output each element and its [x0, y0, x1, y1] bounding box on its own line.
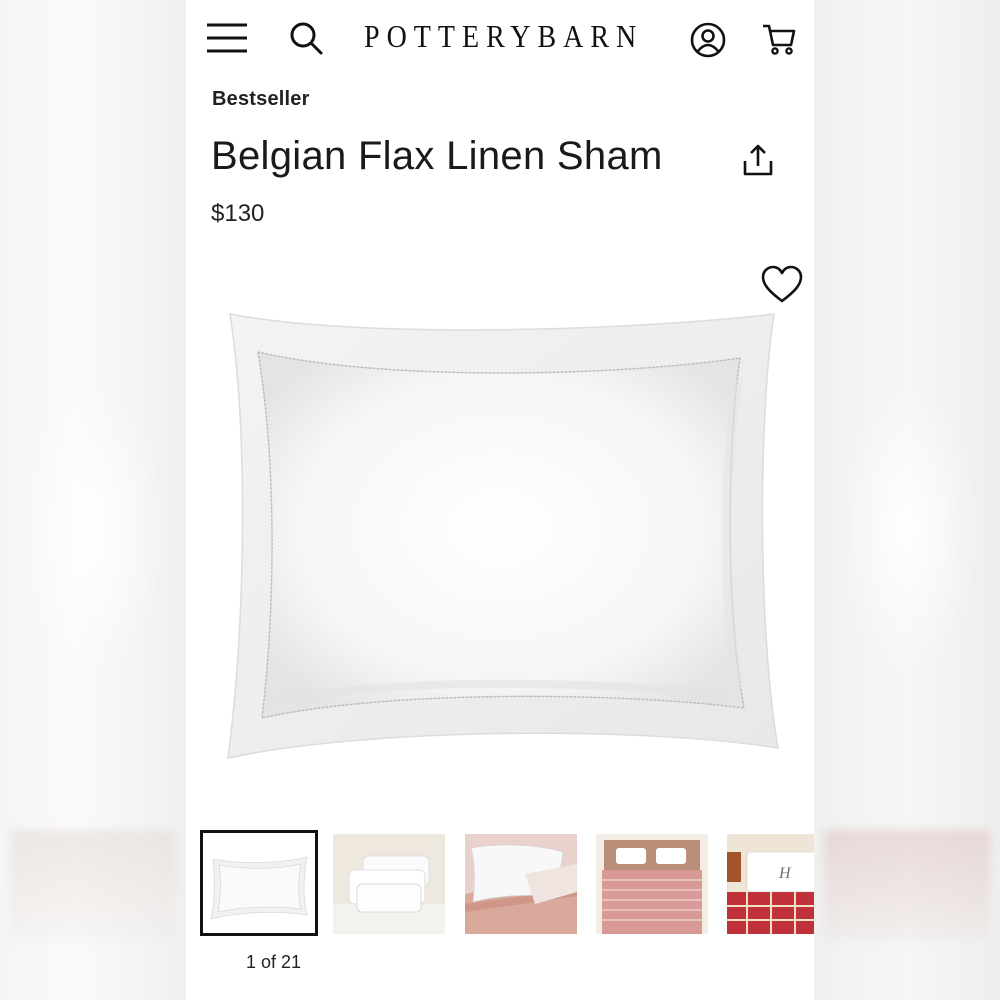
- heart-icon: [761, 265, 803, 303]
- menu-button[interactable]: [204, 18, 250, 58]
- product-title: Belgian Flax Linen Sham: [211, 134, 663, 178]
- bestseller-badge: Bestseller: [212, 88, 310, 110]
- thumbnail-3[interactable]: [465, 834, 577, 934]
- blurred-background-left: [0, 0, 186, 1000]
- thumbnail-pillow-image: [203, 833, 315, 933]
- search-icon: [290, 22, 323, 55]
- brand-logo[interactable]: POTTERYBARN: [364, 17, 654, 58]
- share-icon: [743, 144, 773, 176]
- share-button[interactable]: [736, 138, 780, 182]
- thumbnail-bedding-closeup-image: [465, 834, 577, 934]
- thumbnail-bed-room-image: [596, 834, 708, 934]
- site-header: POTTERYBARN: [186, 0, 814, 78]
- thumbnail-2[interactable]: [333, 834, 445, 934]
- screenshot-frame: POTTERYBARN Bestseller Belgian Flax Line…: [0, 0, 1000, 1000]
- search-button[interactable]: [286, 18, 326, 58]
- account-button[interactable]: [686, 18, 730, 62]
- thumbnail-4[interactable]: [596, 834, 708, 934]
- image-counter: 1 of 21: [246, 952, 302, 972]
- blurred-background-right: [814, 0, 1000, 1000]
- thumbnail-pillows-stack-image: [333, 834, 445, 934]
- product-main-image[interactable]: [218, 300, 786, 770]
- cart-icon: [763, 24, 796, 55]
- product-page: POTTERYBARN Bestseller Belgian Flax Line…: [186, 0, 814, 1000]
- cart-button[interactable]: [758, 18, 800, 60]
- image-thumbnails: H: [186, 828, 814, 940]
- thumbnail-monogram-bed-image: H: [727, 834, 814, 934]
- account-icon: [690, 22, 726, 58]
- product-price: $130: [211, 200, 265, 227]
- svg-text:H: H: [778, 865, 792, 882]
- thumbnail-5[interactable]: H: [727, 834, 814, 934]
- thumbnail-1[interactable]: [200, 830, 318, 936]
- menu-icon: [207, 23, 247, 53]
- pillow-sham-image: [227, 313, 779, 759]
